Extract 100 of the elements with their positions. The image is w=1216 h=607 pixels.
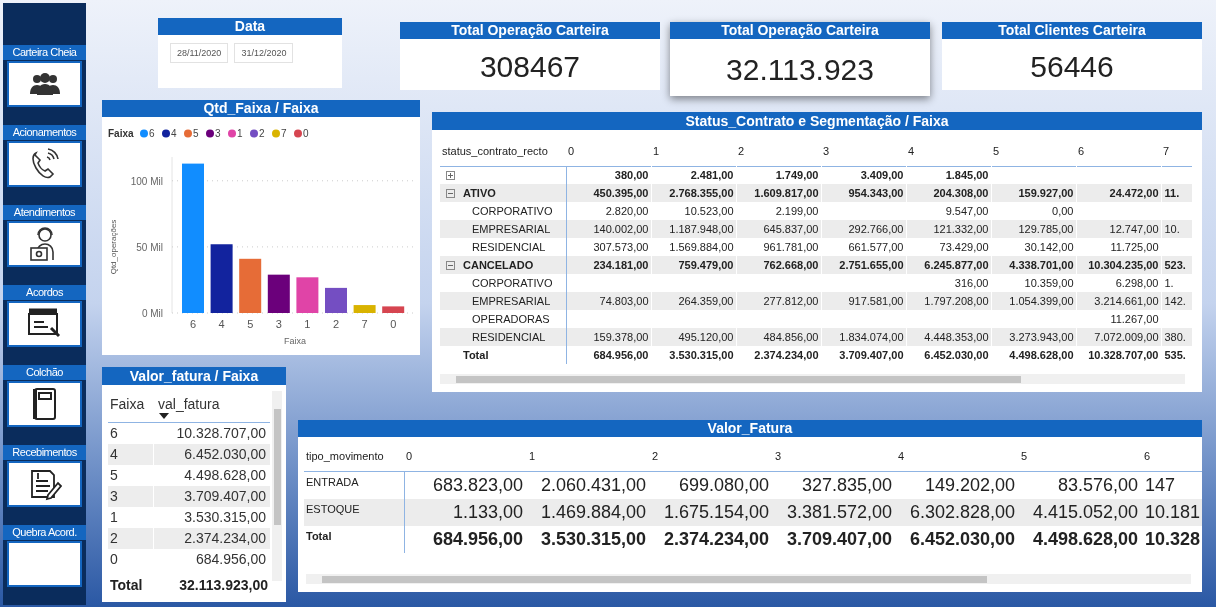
sort-caret-icon[interactable] [159, 413, 169, 419]
table-cell: 30.142,00 [991, 238, 1076, 256]
column-header: 5 [1019, 441, 1142, 471]
kpi-value: 308467 [478, 49, 582, 85]
sidebar-label: Acionamentos [3, 125, 86, 140]
collapse-icon[interactable] [446, 188, 455, 198]
nav-button[interactable] [7, 61, 82, 107]
sidebar-label: Acordos [3, 285, 86, 300]
table-cell: 762.668,00 [736, 256, 821, 274]
expand-icon[interactable] [446, 170, 455, 180]
legend-label: 3 [215, 128, 221, 139]
row-label: ESTOQUE [304, 498, 404, 526]
table-cell: 2.768.355,00 [651, 184, 736, 202]
table-cell: 1.609.817,00 [736, 184, 821, 202]
nav-button[interactable] [7, 221, 82, 267]
sidebar-label: Carteira Cheia [3, 45, 86, 60]
y-axis-title: Qtd_operações [109, 219, 118, 275]
table-cell: 10.328.707,00 [1076, 346, 1161, 364]
date-field[interactable]: 31/12/2020 [234, 43, 294, 63]
column-header[interactable]: Faixa [108, 391, 154, 422]
bar [267, 274, 290, 313]
table-cell: 7.072.009,00 [1076, 328, 1161, 346]
table-cell: 6.245.877,00 [906, 256, 991, 274]
column-header: tipo_movimento [304, 441, 404, 471]
scrollbar[interactable] [306, 574, 1191, 584]
table-cell: 6.302.828,00 [896, 498, 1019, 526]
nav-button[interactable] [7, 141, 82, 187]
column-header: 7 [1161, 136, 1192, 166]
column-header: 6 [1076, 136, 1161, 166]
table-cell: 3.709.407,00 [821, 346, 906, 364]
table-cell: 4.338.701,00 [991, 256, 1076, 274]
table-cell: 3.273.943,00 [991, 328, 1076, 346]
column-header: 3 [821, 136, 906, 166]
row-label: RESIDENCIAL [471, 239, 546, 255]
table-cell: 1.797.208,00 [906, 292, 991, 310]
table-cell: 954.343,00 [821, 184, 906, 202]
sidebar-label: Recebimentos [3, 445, 86, 460]
table-cell: 645.837,00 [736, 220, 821, 238]
table-cell-text: 6.452.030,00 [183, 445, 267, 464]
y-tick-label: 100 Mil [130, 175, 163, 187]
table-title: Valor_fatura / Faixa [102, 367, 286, 385]
table-cell: 129.785,00 [991, 220, 1076, 238]
collapse-icon[interactable] [446, 260, 455, 270]
table-cell: 2.751.655,00 [821, 256, 906, 274]
column-header: 1 [651, 136, 736, 166]
scrollbar[interactable] [272, 391, 282, 581]
kpi-title: Total Clientes Carteira [942, 22, 1202, 39]
table-cell: 10.523,00 [651, 202, 736, 220]
table-cell: 10.304.235,00 [1076, 256, 1161, 274]
table-cell: 277.812,00 [736, 292, 821, 310]
date-field[interactable]: 28/11/2020 [170, 43, 229, 63]
column-header: 0 [566, 136, 651, 166]
column-header: 2 [736, 136, 821, 166]
column-header: 3 [773, 441, 896, 471]
nav-button[interactable] [7, 301, 82, 347]
chart-title: Qtd_Faixa / Faixa [102, 100, 420, 117]
table-cell-text: 684.956,00 [194, 550, 267, 569]
table-cell-text: 3.530.315,00 [183, 508, 267, 527]
table-cell: 10.181 [1142, 498, 1202, 526]
legend-label: 2 [259, 128, 265, 139]
x-tick-label: 5 [247, 318, 254, 330]
table-cell: 523. [1161, 256, 1192, 274]
table-cell: 204.308,00 [906, 184, 991, 202]
table-cell: 9.547,00 [906, 202, 991, 220]
sidebar-label: Quebra Acord. [3, 525, 86, 540]
column-header[interactable]: val_fatura [154, 391, 220, 422]
people-icon [27, 72, 62, 96]
x-tick-label: 6 [189, 318, 197, 330]
column-header: status_contrato_recto [440, 136, 566, 166]
nav-button[interactable] [7, 381, 82, 427]
table-cell: 1.834.074,00 [821, 328, 906, 346]
legend-label: 4 [171, 128, 177, 139]
document-icon [26, 308, 63, 340]
matrix-title: Valor_Fatura [298, 420, 1202, 437]
table-cell: 450.395,00 [566, 184, 651, 202]
column-header: 4 [896, 441, 1019, 471]
row-label: OPERADORAS [471, 311, 550, 327]
table-cell: 3.381.572,00 [773, 498, 896, 526]
nav-button[interactable] [7, 461, 82, 507]
table-cell: 0 [108, 549, 154, 570]
table-cell: 4.498.628,00 [991, 346, 1076, 364]
kpi-title: Total Operação Carteira [400, 22, 660, 39]
table-cell: 121.332,00 [906, 220, 991, 238]
bar [210, 244, 233, 313]
table-cell: 11. [1161, 184, 1192, 202]
table-cell: 292.766,00 [821, 220, 906, 238]
table-cell-text: Total [109, 576, 144, 595]
table-cell: 234.181,00 [566, 256, 651, 274]
table-cell: 1.133,00 [404, 498, 527, 526]
table-cell: 1.675.154,00 [650, 498, 773, 526]
legend-label: 1 [237, 128, 243, 139]
table-cell: 495.120,00 [651, 328, 736, 346]
x-tick-label: 3 [275, 318, 282, 330]
kpi-value: 56446 [1029, 49, 1115, 85]
scrollbar[interactable] [440, 374, 1185, 384]
table-cell: 684.956,00 [566, 346, 651, 364]
table-cell: 140.002,00 [566, 220, 651, 238]
table-cell: 1.187.948,00 [651, 220, 736, 238]
table-cell: 661.577,00 [821, 238, 906, 256]
table-cell: 1.569.884,00 [651, 238, 736, 256]
